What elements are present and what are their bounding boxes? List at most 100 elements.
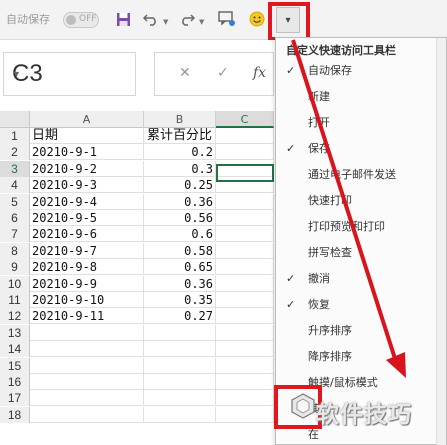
- cancel-icon[interactable]: ✕: [179, 65, 191, 81]
- cell-a[interactable]: [30, 324, 144, 341]
- cell-b[interactable]: 0.58: [144, 242, 216, 259]
- cell-c[interactable]: [216, 390, 274, 407]
- cell-b[interactable]: 0.56: [144, 210, 216, 226]
- row-header[interactable]: 7: [0, 226, 30, 243]
- cell-a[interactable]: [30, 406, 144, 423]
- row-header[interactable]: 6: [0, 210, 30, 226]
- cell-c[interactable]: [216, 259, 274, 276]
- cell-a[interactable]: [30, 374, 144, 390]
- cell-c[interactable]: [216, 308, 274, 325]
- row-header[interactable]: 9: [0, 259, 30, 276]
- column-header-a[interactable]: A: [30, 111, 144, 128]
- cell-b[interactable]: 0.35: [144, 292, 216, 308]
- cell-c[interactable]: [216, 292, 274, 308]
- row-header[interactable]: 10: [0, 275, 30, 292]
- row-header[interactable]: 8: [0, 242, 30, 259]
- cell-b[interactable]: 0.6: [144, 226, 216, 243]
- name-box[interactable]: C3 ▼: [3, 52, 136, 96]
- menu-item[interactable]: 通过电子邮件发送: [276, 164, 446, 186]
- row-header[interactable]: 12: [0, 308, 30, 325]
- row-header[interactable]: 3: [0, 160, 30, 177]
- selected-cell-c3[interactable]: [216, 164, 274, 182]
- menu-item[interactable]: 降序排序: [276, 346, 446, 368]
- cell-c[interactable]: [216, 193, 274, 210]
- cell-c[interactable]: [216, 275, 274, 292]
- fx-icon[interactable]: fx: [253, 65, 266, 81]
- redo-dropdown-icon[interactable]: ▼: [199, 18, 204, 26]
- menu-item[interactable]: ✓ 恢复: [276, 294, 446, 316]
- menu-item[interactable]: 升序排序: [276, 320, 446, 342]
- cell-c[interactable]: [216, 226, 274, 243]
- cell-a[interactable]: 20210-9-3: [30, 177, 144, 194]
- row-header[interactable]: 1: [0, 128, 30, 144]
- cell-b[interactable]: 0.3: [144, 160, 216, 177]
- enter-icon[interactable]: ✓: [217, 65, 229, 81]
- autosave-toggle[interactable]: OFF: [63, 12, 99, 28]
- cell-a[interactable]: 20210-9-10: [30, 292, 144, 308]
- row-header[interactable]: 13: [0, 324, 30, 341]
- cell-b[interactable]: [144, 341, 216, 358]
- menu-item[interactable]: 打印预览和打印: [276, 216, 446, 238]
- cell-c[interactable]: [216, 341, 274, 358]
- cell-a[interactable]: 20210-9-4: [30, 193, 144, 210]
- cell-b[interactable]: 0.65: [144, 259, 216, 276]
- row-header[interactable]: 14: [0, 341, 30, 358]
- cell-b[interactable]: 0.27: [144, 308, 216, 325]
- cell-b[interactable]: [144, 390, 216, 407]
- cell-b[interactable]: 0.36: [144, 193, 216, 210]
- cell-c[interactable]: [216, 128, 274, 144]
- comment-icon[interactable]: [216, 8, 238, 30]
- menu-item[interactable]: ✓ 保存: [276, 138, 446, 160]
- cell-c[interactable]: [216, 242, 274, 259]
- row-header[interactable]: 17: [0, 390, 30, 407]
- cell-a[interactable]: 20210-9-8: [30, 259, 144, 276]
- column-header-b[interactable]: B: [144, 111, 216, 128]
- cell-a[interactable]: 20210-9-9: [30, 275, 144, 292]
- chevron-down-icon[interactable]: ▼: [12, 69, 129, 79]
- cell-a[interactable]: 20210-9-5: [30, 210, 144, 226]
- cell-c[interactable]: [216, 406, 274, 423]
- row-header[interactable]: 11: [0, 292, 30, 308]
- cell-a[interactable]: 20210-9-2: [30, 160, 144, 177]
- cell-c[interactable]: [216, 210, 274, 226]
- cell-b[interactable]: 0.25: [144, 177, 216, 194]
- menu-item[interactable]: 拼写检查: [276, 242, 446, 264]
- cell-b[interactable]: 0.2: [144, 144, 216, 161]
- row-header[interactable]: 18: [0, 406, 30, 423]
- cell-b[interactable]: [144, 357, 216, 374]
- select-all-corner[interactable]: [0, 111, 30, 128]
- column-header-c[interactable]: C: [216, 111, 274, 128]
- cell-a[interactable]: [30, 390, 144, 407]
- cell-a[interactable]: 20210-9-1: [30, 144, 144, 161]
- smiley-icon[interactable]: [246, 8, 268, 30]
- cell-c[interactable]: [216, 144, 274, 161]
- undo-dropdown-icon[interactable]: ▼: [163, 18, 168, 26]
- row-header[interactable]: 4: [0, 177, 30, 194]
- cell-a[interactable]: [30, 341, 144, 358]
- cell-a[interactable]: 20210-9-11: [30, 308, 144, 325]
- cell-b[interactable]: 0.36: [144, 275, 216, 292]
- redo-icon[interactable]: [176, 8, 198, 30]
- cell-a[interactable]: 20210-9-7: [30, 242, 144, 259]
- cell-c[interactable]: [216, 324, 274, 341]
- undo-icon[interactable]: [140, 8, 162, 30]
- cell-b[interactable]: [144, 374, 216, 390]
- menu-item[interactable]: ✓ 撤消: [276, 268, 446, 290]
- row-header[interactable]: 5: [0, 193, 30, 210]
- cell-a[interactable]: 日期: [30, 128, 144, 144]
- save-icon[interactable]: [112, 8, 134, 30]
- cell-b[interactable]: [144, 406, 216, 423]
- row-header[interactable]: 15: [0, 357, 30, 374]
- cell-c[interactable]: [216, 374, 274, 390]
- row-header[interactable]: 2: [0, 144, 30, 161]
- cell-a[interactable]: [30, 357, 144, 374]
- cell-a[interactable]: 20210-9-6: [30, 226, 144, 243]
- menu-item[interactable]: 新建: [276, 86, 446, 108]
- cell-b[interactable]: 累计百分比: [144, 128, 216, 144]
- menu-item[interactable]: ✓ 自动保存: [276, 60, 446, 82]
- menu-item[interactable]: 打开: [276, 112, 446, 134]
- menu-item[interactable]: 快速打印: [276, 190, 446, 212]
- cell-c[interactable]: [216, 357, 274, 374]
- row-header[interactable]: 16: [0, 374, 30, 390]
- cell-b[interactable]: [144, 324, 216, 341]
